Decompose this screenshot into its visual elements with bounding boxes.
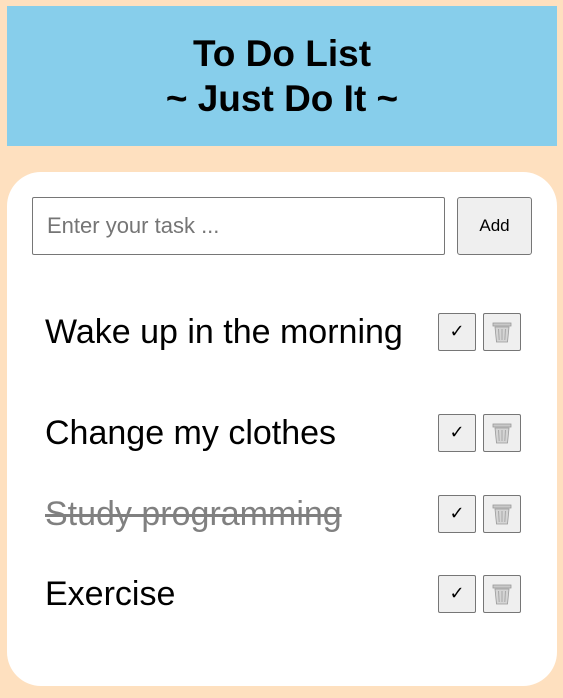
page-header: To Do List ~ Just Do It ~	[7, 6, 557, 146]
task-actions: ✓	[438, 313, 521, 351]
check-icon: ✓	[449, 503, 465, 524]
task-text: Study programming	[45, 494, 342, 533]
task-text: Exercise	[45, 574, 176, 613]
delete-button[interactable]	[483, 414, 521, 452]
add-button[interactable]: Add	[457, 197, 532, 255]
complete-button[interactable]: ✓	[438, 575, 476, 613]
task-item-completed: Study programming ✓	[45, 491, 525, 537]
trash-icon	[492, 584, 512, 605]
task-item: Wake up in the morning ✓	[45, 287, 525, 377]
check-icon: ✓	[449, 583, 465, 604]
check-icon: ✓	[449, 422, 465, 443]
task-text: Wake up in the morning	[45, 312, 403, 351]
task-text: Change my clothes	[45, 413, 337, 452]
trash-icon	[492, 423, 512, 444]
task-item: Change my clothes ✓	[45, 410, 525, 456]
delete-button[interactable]	[483, 575, 521, 613]
complete-button[interactable]: ✓	[438, 414, 476, 452]
complete-button[interactable]: ✓	[438, 495, 476, 533]
delete-button[interactable]	[483, 495, 521, 533]
task-actions: ✓	[438, 575, 521, 613]
task-actions: ✓	[438, 414, 521, 452]
complete-button[interactable]: ✓	[438, 313, 476, 351]
todo-card: Add Wake up in the morning ✓ Change my c…	[7, 172, 557, 686]
task-item: Exercise ✓	[45, 571, 525, 617]
check-icon: ✓	[449, 321, 465, 342]
page-subtitle: ~ Just Do It ~	[165, 78, 399, 119]
delete-button[interactable]	[483, 313, 521, 351]
task-actions: ✓	[438, 495, 521, 533]
trash-icon	[492, 504, 512, 525]
task-input[interactable]	[32, 197, 445, 255]
trash-icon	[492, 322, 512, 343]
page-title: To Do List	[192, 33, 372, 74]
